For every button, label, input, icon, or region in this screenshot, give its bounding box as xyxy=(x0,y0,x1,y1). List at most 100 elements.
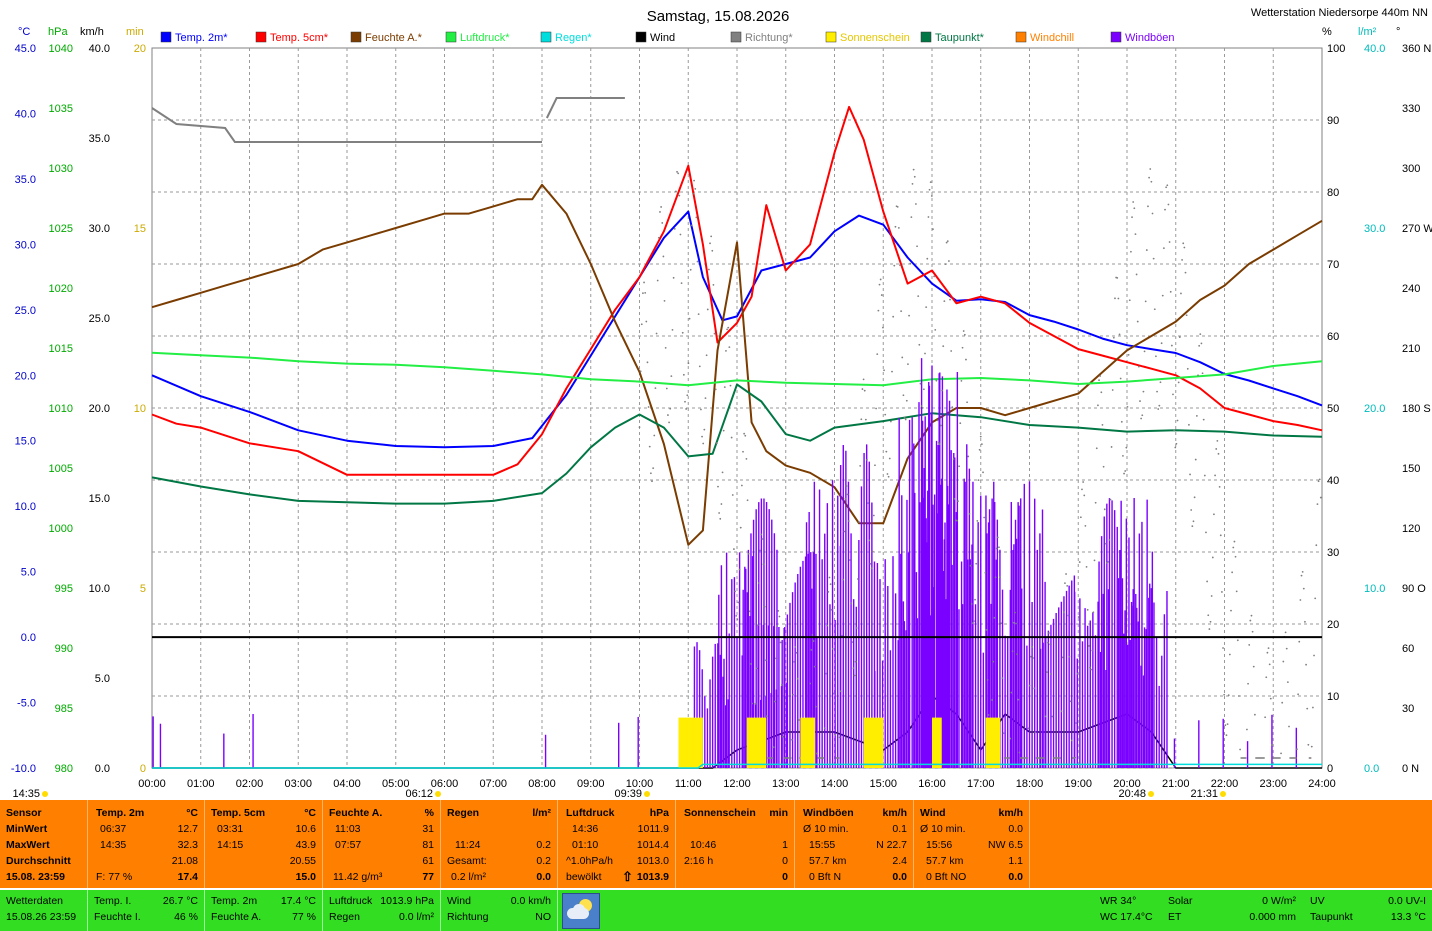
unit-deg: ° xyxy=(1396,26,1400,38)
direction-dot xyxy=(1109,498,1112,501)
direction-dot xyxy=(853,674,856,677)
direction-dot xyxy=(917,295,920,298)
direction-dot xyxy=(1195,415,1198,417)
current-label: Richtung xyxy=(447,911,489,923)
direction-dot xyxy=(1167,203,1170,206)
direction-dot xyxy=(1268,663,1271,666)
direction-dot xyxy=(849,559,851,561)
direction-dot xyxy=(924,352,926,355)
direction-dot xyxy=(655,332,658,335)
direction-dot xyxy=(679,233,682,236)
direction-dot xyxy=(1175,442,1178,445)
direction-dot xyxy=(813,665,816,668)
direction-dot xyxy=(901,356,904,359)
x-tick-label: 04:00 xyxy=(333,778,361,790)
direction-dot xyxy=(1015,622,1017,625)
legend-swatch xyxy=(1110,31,1122,43)
direction-dot xyxy=(1285,647,1288,650)
direction-dot xyxy=(1098,379,1100,382)
direction-dot xyxy=(1215,448,1218,450)
direction-dot xyxy=(1135,273,1138,276)
direction-dot xyxy=(1247,682,1249,685)
direction-dot xyxy=(1189,473,1191,476)
stats-r2-val: 0 xyxy=(782,855,788,867)
direction-tick-label: 150 xyxy=(1402,463,1420,475)
direction-dot xyxy=(739,526,742,529)
stats-unit: °C xyxy=(304,807,316,819)
pressure-tick-label: 990 xyxy=(55,643,73,655)
direction-dot xyxy=(1078,561,1081,563)
stats-r1-label: Ø 10 min. xyxy=(920,823,966,835)
direction-dot xyxy=(663,300,666,302)
stats-col-windboeen: Windböen km/h Ø 10 min. 0.1 15:55 N 22.7… xyxy=(795,800,914,888)
stats-max-time: 14:15 xyxy=(217,839,244,851)
direction-dot xyxy=(647,406,650,408)
direction-dot xyxy=(762,563,765,566)
direction-dot xyxy=(797,719,800,721)
stats-unit: °C xyxy=(186,807,198,819)
direction-dot xyxy=(733,548,735,550)
direction-dot xyxy=(1045,671,1048,674)
direction-dot xyxy=(714,388,717,391)
rain-tick-label: 30.0 xyxy=(1364,223,1385,235)
unit-pct: % xyxy=(1322,26,1332,38)
unit-lm2: l/m² xyxy=(1358,26,1377,38)
direction-dot xyxy=(795,651,798,654)
direction-dot xyxy=(1185,314,1188,317)
direction-dot xyxy=(680,282,683,284)
stats-r3-label: 57.7 km xyxy=(809,855,847,867)
direction-dot xyxy=(754,702,757,705)
direction-dot xyxy=(1153,308,1156,311)
direction-dot xyxy=(1156,390,1158,393)
direction-dot xyxy=(703,428,706,431)
legend-label: Windchill xyxy=(1030,32,1074,44)
direction-dot xyxy=(1155,355,1157,358)
direction-dot xyxy=(750,663,752,665)
direction-dot xyxy=(1026,757,1029,759)
direction-dot xyxy=(1208,628,1211,630)
direction-dot xyxy=(643,281,645,284)
x-tick-label: 00:00 xyxy=(138,778,166,790)
direction-dot xyxy=(1069,700,1072,703)
direction-dot xyxy=(960,379,963,382)
direction-dot xyxy=(1151,212,1154,215)
legend-swatch xyxy=(1015,31,1027,43)
direction-dot xyxy=(1210,595,1213,597)
stats-avg: 1013.0 xyxy=(636,855,669,867)
direction-dot xyxy=(928,188,931,191)
stats-title: Sonnenschein xyxy=(684,807,756,819)
direction-dot xyxy=(1032,657,1034,659)
current-label: Wind xyxy=(447,895,471,907)
direction-dot xyxy=(1124,470,1127,472)
stats-title: Windböen xyxy=(803,807,854,819)
direction-tick-label: 60 xyxy=(1402,643,1414,655)
direction-dot xyxy=(656,279,659,282)
legend-label: Luftdruck* xyxy=(460,32,510,44)
current-label: Temp. 2m xyxy=(211,895,258,907)
direction-dot xyxy=(959,422,962,425)
temp-tick-label: 10.0 xyxy=(15,501,36,513)
direction-dot xyxy=(847,520,850,522)
direction-dot xyxy=(876,353,879,356)
direction-dot xyxy=(998,546,1000,549)
current-label: Temp. I. xyxy=(94,895,132,907)
sunshine-bar xyxy=(800,717,815,768)
x-tick-label: 02:00 xyxy=(236,778,264,790)
direction-dot xyxy=(1122,454,1124,457)
wind-tick-label: 35.0 xyxy=(89,133,110,145)
unit-temp: °C xyxy=(18,26,30,38)
direction-dot xyxy=(824,727,826,730)
direction-dot xyxy=(1294,757,1297,759)
direction-dot xyxy=(718,512,721,514)
direction-dot xyxy=(744,434,747,437)
stats-r1-val: 0.1 xyxy=(892,823,907,835)
direction-dot xyxy=(1226,723,1229,726)
current-value: 0.0 l/m² xyxy=(398,911,434,923)
legend-swatch xyxy=(445,31,457,43)
direction-dot xyxy=(1101,423,1104,426)
direction-dot xyxy=(1168,241,1171,243)
current-label: UV xyxy=(1310,895,1325,907)
direction-dot xyxy=(1102,465,1105,468)
direction-dot xyxy=(659,211,661,213)
direction-dot xyxy=(760,533,763,536)
